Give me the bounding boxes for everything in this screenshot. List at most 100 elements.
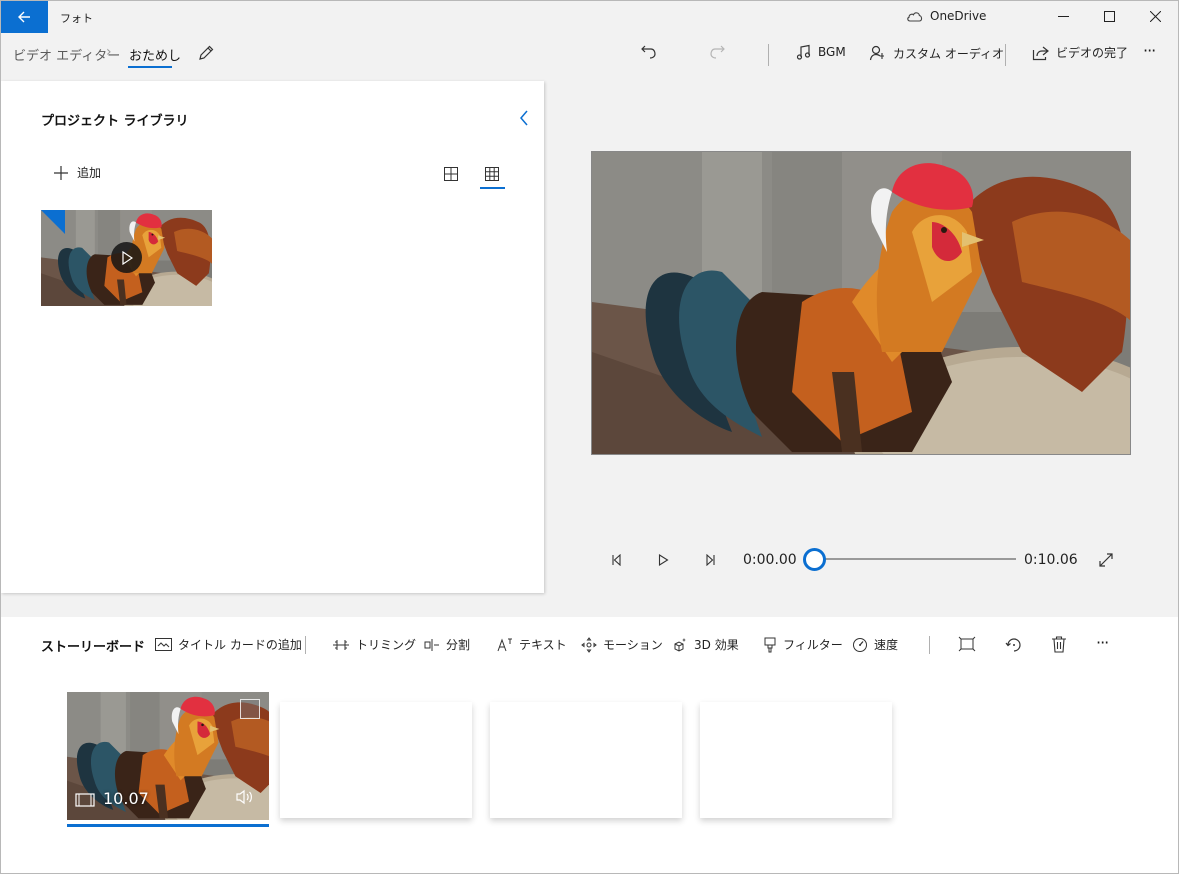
play-video-button[interactable] [111,242,142,273]
previous-frame-button[interactable] [605,549,627,571]
close-button[interactable] [1132,0,1178,33]
person-audio-icon [869,45,884,61]
text-icon [497,638,512,651]
small-thumbnail-view-button[interactable] [480,162,504,186]
volume-icon[interactable] [235,789,255,805]
motion-button[interactable]: モーション [581,636,663,653]
undo-button[interactable] [640,43,658,61]
seek-thumb[interactable] [802,548,826,571]
next-frame-button[interactable] [700,549,722,571]
onedrive-status[interactable]: OneDrive [906,9,986,23]
custom-audio-label: カスタム オーディオ [893,46,1004,61]
rooster-preview-image [592,152,1131,455]
undo-icon [641,45,656,59]
step-forward-icon [706,554,715,566]
video-preview [591,151,1131,455]
delete-button[interactable] [1051,636,1067,653]
add-title-card-button[interactable]: タイトル カードの追加 [155,636,302,653]
custom-audio-button[interactable]: カスタム オーディオ [869,44,1004,62]
step-back-icon [612,554,621,566]
bgm-button[interactable]: BGM [796,44,846,60]
3d-effects-icon [674,637,686,652]
grid-large-icon [444,167,458,181]
maximize-button[interactable] [1086,0,1132,33]
trash-icon [1052,636,1066,653]
rotate-icon [1005,638,1021,652]
finish-video-label: ビデオの完了 [1056,46,1129,60]
toolbar-divider [768,44,769,66]
clip-select-checkbox[interactable] [240,699,260,719]
back-button[interactable] [0,0,48,33]
large-thumbnail-view-button[interactable] [439,162,463,186]
storyboard-more-button[interactable]: ··· [1096,633,1109,652]
storyboard-clip[interactable]: 10.07 [67,692,269,820]
play-button[interactable] [652,549,674,571]
minimize-button[interactable] [1040,0,1086,33]
onedrive-label: OneDrive [930,9,987,23]
seek-track[interactable] [814,558,1016,560]
collapse-library-button[interactable] [514,108,534,128]
filter-label: フィルター [783,638,843,652]
breadcrumb-current[interactable]: おためし [129,45,181,64]
minimize-icon [1057,16,1069,17]
storyboard-panel: ストーリーボード タイトル カードの追加 トリミング 分割 テキスト モーション [1,617,1178,873]
library-media-thumbnail[interactable] [41,210,212,306]
added-to-project-corner-icon [41,210,65,234]
fullscreen-button[interactable] [1095,549,1117,571]
share-export-icon [1032,46,1049,60]
play-icon [121,250,133,265]
storyboard-divider [929,636,930,654]
title-bar: フォト OneDrive [0,0,1179,34]
storyboard-title: ストーリーボード [41,640,146,655]
project-library-title: プロジェクト ライブラリ [41,114,189,129]
finish-video-button[interactable]: ビデオの完了 [1032,44,1128,61]
3d-effects-label: 3D 効果 [694,638,739,652]
redo-icon [710,45,725,59]
trim-label: トリミング [356,638,417,652]
chevron-right-icon: › [106,44,112,60]
more-options-button[interactable]: ··· [1143,41,1156,60]
filter-brush-icon [764,637,776,652]
current-time: 0:00.00 [743,552,797,568]
split-button[interactable]: 分割 [424,636,470,653]
filter-button[interactable]: フィルター [763,636,843,653]
expand-icon [1099,553,1113,567]
title-card-icon [155,638,172,651]
3d-effects-button[interactable]: 3D 効果 [672,636,739,653]
empty-storyboard-slot [280,702,472,818]
empty-storyboard-slot [490,702,682,818]
speed-button[interactable]: 速度 [852,636,898,653]
text-label: テキスト [519,638,567,652]
app-title: フォト [60,12,93,25]
clip-duration: 10.07 [103,789,149,808]
split-label: 分割 [446,638,471,652]
split-icon [424,638,439,651]
clip-selected-indicator [67,824,269,827]
text-button[interactable]: テキスト [497,636,567,653]
breadcrumb-parent[interactable]: ビデオ エディター [13,45,120,64]
pencil-icon [199,45,214,60]
empty-storyboard-slot [700,702,892,818]
speed-label: 速度 [874,638,899,652]
rotate-button[interactable] [1005,636,1023,654]
video-clip-icon [75,793,95,807]
music-note-icon [796,44,811,60]
add-media-button[interactable]: 追加 [53,164,101,181]
total-time: 0:10.06 [1024,552,1078,568]
rename-button[interactable] [197,44,215,62]
motion-label: モーション [603,638,663,652]
grid-small-icon [485,167,499,181]
remove-black-bars-button[interactable] [958,636,976,652]
play-icon [658,554,669,566]
trim-icon [333,639,349,650]
chevron-left-icon [520,110,528,126]
redo-button[interactable] [708,43,726,61]
breadcrumb-active-indicator [128,66,172,68]
close-icon [1149,11,1161,22]
toolbar-divider [1005,44,1006,66]
cloud-icon [907,11,923,22]
trim-button[interactable]: トリミング [332,636,416,653]
plus-icon [54,165,68,180]
add-title-card-label: タイトル カードの追加 [178,638,302,652]
arrow-left-icon [18,11,30,22]
